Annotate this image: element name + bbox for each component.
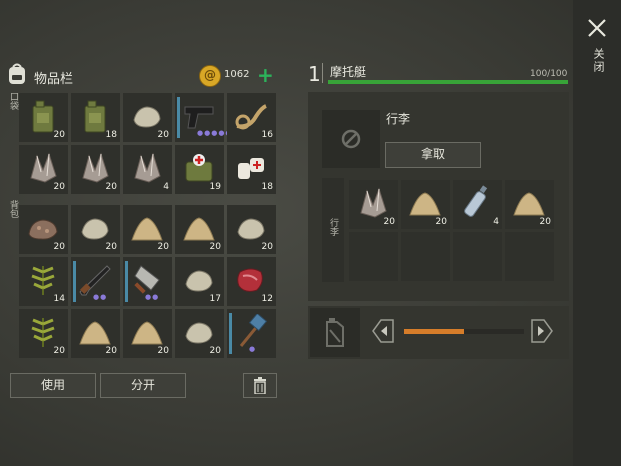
fuel-can-icon	[326, 318, 344, 347]
backpack-slot[interactable]: 20	[19, 205, 68, 254]
take-button[interactable]: 拿取	[385, 142, 481, 168]
item-quantity: 20	[105, 242, 117, 252]
trash-icon	[254, 377, 266, 395]
backpack-slot[interactable]: ●	[227, 309, 276, 358]
fuel-slider-fill	[404, 329, 464, 334]
item-quantity: 20	[53, 130, 65, 140]
item-quantity: 20	[539, 217, 551, 227]
durability-bar	[73, 261, 76, 302]
coin-count: 1062	[224, 69, 250, 80]
item-quantity: 20	[105, 346, 117, 356]
item-quantity: 20	[53, 346, 65, 356]
durability-bar	[229, 313, 232, 354]
item-quantity: 14	[53, 294, 65, 304]
fuel-slot[interactable]	[310, 308, 360, 357]
coin-icon: @	[199, 65, 221, 87]
close-label[interactable]: 关闭	[586, 48, 606, 74]
fuel-increase-button[interactable]	[530, 318, 554, 344]
cargo-slot[interactable]	[505, 232, 554, 281]
item-quantity: 20	[261, 242, 273, 252]
pocket-slot[interactable]: 20	[71, 145, 120, 194]
pocket-slot[interactable]: 20	[19, 145, 68, 194]
backpack-slot[interactable]: 20	[71, 205, 120, 254]
durability-dots: ●●	[93, 293, 108, 301]
vehicle-health-bar	[328, 80, 568, 84]
backpack-slot[interactable]: 20	[175, 205, 224, 254]
item-quantity: 18	[261, 182, 273, 192]
arrow-left-icon	[372, 319, 394, 343]
backpack-slot[interactable]: 14	[19, 257, 68, 306]
vehicle-number: 1	[308, 62, 321, 86]
locked-slot	[322, 110, 380, 168]
item-quantity: 20	[157, 130, 169, 140]
item-quantity: 20	[157, 346, 169, 356]
durability-dots: ●●	[145, 293, 160, 301]
pocket-slot[interactable]: 16	[227, 93, 276, 142]
backpack-slot[interactable]: 20	[123, 205, 172, 254]
trash-button[interactable]	[243, 373, 277, 398]
cargo-slot[interactable]: 20	[505, 180, 554, 229]
item-quantity: 17	[209, 294, 221, 304]
backpack-slot[interactable]: 17	[175, 257, 224, 306]
fuel-decrease-button[interactable]	[371, 318, 395, 344]
cargo-slot[interactable]: 20	[349, 180, 398, 229]
use-button[interactable]: 使用	[10, 373, 96, 398]
inventory-title: 物品栏	[34, 72, 74, 87]
backpack-slot[interactable]: 20	[175, 309, 224, 358]
item-quantity: 18	[105, 130, 117, 140]
durability-dots: ●	[249, 345, 257, 353]
backpack-slot[interactable]: 12	[227, 257, 276, 306]
item-quantity: 4	[163, 182, 169, 192]
item-quantity: 20	[209, 346, 221, 356]
item-quantity: 20	[53, 242, 65, 252]
item-quantity: 20	[157, 242, 169, 252]
cargo-slot[interactable]: 4	[453, 180, 502, 229]
vehicle-capacity: 100/100	[530, 69, 568, 79]
backpack-slot[interactable]: 20	[123, 309, 172, 358]
durability-bar	[177, 97, 180, 138]
backpack-slot[interactable]: 20	[71, 309, 120, 358]
cargo-slot[interactable]	[401, 232, 450, 281]
add-coins-button[interactable]: +	[257, 63, 274, 87]
item-quantity: 20	[105, 182, 117, 192]
luggage-title: 行李	[386, 112, 411, 126]
cargo-side-label: 行李	[328, 218, 338, 236]
backpack-slot[interactable]: ●●	[123, 257, 172, 306]
cargo-slot[interactable]: 20	[401, 180, 450, 229]
close-icon[interactable]	[583, 14, 611, 42]
cargo-slot[interactable]	[453, 232, 502, 281]
arrow-right-icon	[531, 319, 553, 343]
item-quantity: 20	[209, 242, 221, 252]
backpack-slot[interactable]: ●●	[71, 257, 120, 306]
pocket-slot[interactable]: 4	[123, 145, 172, 194]
cargo-side-tab: 行李	[322, 178, 344, 282]
backpack-icon	[6, 62, 28, 86]
item-quantity: 16	[261, 130, 273, 140]
durability-bar	[125, 261, 128, 302]
vehicle-divider	[322, 63, 323, 83]
blocked-icon	[341, 129, 361, 149]
pocket-slot[interactable]: 20	[19, 93, 68, 142]
pocket-slot[interactable]: ●●●●●	[175, 93, 232, 142]
cargo-slot[interactable]	[349, 232, 398, 281]
pocket-slot[interactable]: 20	[123, 93, 172, 142]
item-quantity: 20	[383, 217, 395, 227]
pocket-slot[interactable]: 19	[175, 145, 224, 194]
backpack-slot[interactable]: 20	[19, 309, 68, 358]
backpack-slot[interactable]: 20	[227, 205, 276, 254]
vehicle-name: 摩托艇	[330, 65, 367, 79]
item-quantity: 12	[261, 294, 273, 304]
item-quantity: 20	[435, 217, 447, 227]
item-quantity: 4	[493, 217, 499, 227]
item-quantity: 20	[53, 182, 65, 192]
split-button[interactable]: 分开	[100, 373, 186, 398]
pocket-slot[interactable]: 18	[71, 93, 120, 142]
pocket-slot[interactable]: 18	[227, 145, 276, 194]
item-quantity: 19	[209, 182, 221, 192]
